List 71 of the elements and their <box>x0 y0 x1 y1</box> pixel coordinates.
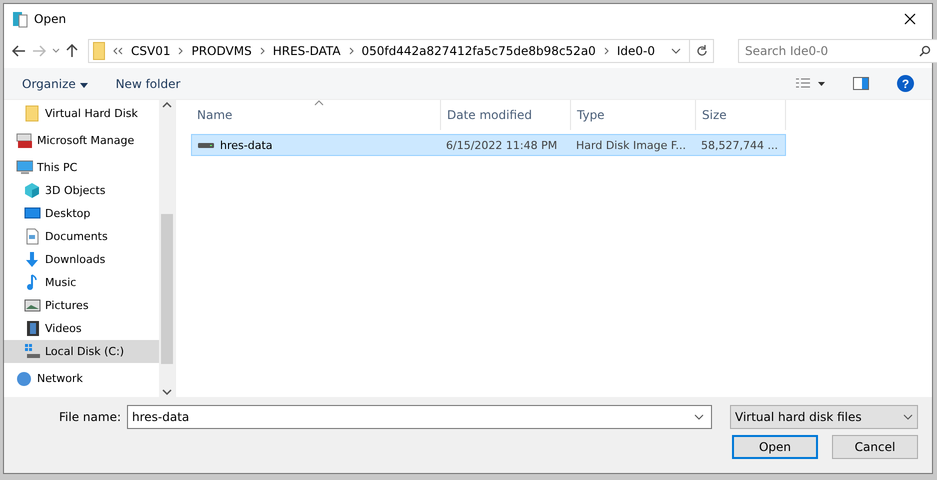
sidebar-item[interactable]: This PC <box>4 156 159 179</box>
refresh-icon <box>696 45 708 57</box>
new-folder-button[interactable]: New folder <box>116 76 180 90</box>
breadcrumb[interactable]: CSV01 <box>131 44 170 58</box>
picture-icon <box>24 297 41 314</box>
table-cell-text: 58,527,744 ... <box>700 138 779 152</box>
sidebar-item[interactable]: Downloads <box>4 248 159 271</box>
chevron-down-icon <box>52 48 60 54</box>
sidebar-item[interactable]: Virtual Hard Disk <box>4 102 159 125</box>
search-icon <box>918 45 931 57</box>
sidebar-item[interactable]: 3D Objects <box>4 179 159 202</box>
chevron-down-icon <box>903 414 913 420</box>
chevron-right-icon <box>604 47 609 55</box>
breadcrumb[interactable]: HRES-DATA <box>272 44 341 58</box>
sidebar-item[interactable]: Pictures <box>4 294 159 317</box>
drive-icon <box>24 343 41 360</box>
table-cell-text: 6/15/2022 11:48 PM <box>445 138 558 152</box>
view-options-icon <box>795 78 825 90</box>
organize-button[interactable]: Organize <box>22 76 88 90</box>
close-icon <box>904 13 916 25</box>
folder-icon <box>93 42 105 60</box>
scroll-down-icon <box>162 387 172 397</box>
chevron-right-icon <box>178 47 184 55</box>
sidebar-item[interactable]: Music <box>4 271 159 294</box>
app-icon <box>12 10 28 28</box>
sidebar-item[interactable]: Desktop <box>4 202 159 225</box>
breadcrumb[interactable]: PRODVMS <box>191 44 252 58</box>
preview-pane-icon <box>853 77 869 90</box>
column-header[interactable]: Date modified <box>441 100 571 130</box>
cancel-button[interactable]: Cancel <box>832 435 918 459</box>
column-header[interactable]: Size <box>696 100 786 130</box>
toolbox-icon <box>16 132 33 149</box>
table-cell: hres-data <box>220 138 272 152</box>
computer-icon <box>16 159 33 176</box>
breadcrumb[interactable]: 050fd442a827412fa5c75de8b98c52a0 <box>362 44 596 58</box>
open-button[interactable]: Open <box>732 435 818 459</box>
up-arrow-icon <box>66 44 78 58</box>
cube-icon <box>24 182 41 199</box>
search-field[interactable]: Search Ide0-0 <box>738 39 937 63</box>
chevron-down-icon <box>694 414 704 420</box>
drive-icon <box>198 141 214 149</box>
table-cell-text: Hard Disk Image F... <box>575 138 687 152</box>
back-arrow-icon <box>12 45 26 57</box>
chevron-right-icon <box>260 47 265 55</box>
sidebar-item[interactable]: Network <box>4 367 159 390</box>
address-bar[interactable]: CSV01 PRODVMS HRES-DATA 050fd442a827412fa5c75de8b98c52a0 Ide0-0 <box>88 39 714 63</box>
down-arrow-icon <box>24 251 41 268</box>
chevron-down-icon <box>670 48 681 54</box>
file-name-field[interactable]: hres-data <box>127 405 712 429</box>
sidebar-item[interactable]: Microsoft Manage <box>4 129 159 152</box>
file-type-dropdown[interactable]: Virtual hard disk files <box>730 405 918 429</box>
document-icon <box>24 228 41 245</box>
sidebar-item[interactable]: Documents <box>4 225 159 248</box>
double-chevron-icon <box>113 47 123 55</box>
column-header[interactable]: Name <box>191 100 441 130</box>
folder-icon <box>24 105 41 122</box>
chevron-right-icon <box>348 47 354 55</box>
forward-arrow-icon <box>32 45 46 57</box>
file-name-label: File name: <box>59 410 121 424</box>
file-row[interactable]: hres-data 6/15/2022 11:48 PM Hard Disk Image F... 58,527,744 ... <box>191 134 786 156</box>
caret-down-icon <box>80 82 88 88</box>
breadcrumb[interactable]: Ide0-0 <box>616 44 655 58</box>
film-icon <box>24 320 41 337</box>
sidebar-item[interactable]: Local Disk (C:) <box>4 340 159 363</box>
sidebar-item[interactable]: Videos <box>4 317 159 340</box>
help-button[interactable]: ? <box>897 75 914 92</box>
column-header[interactable]: Type <box>571 100 696 130</box>
window-title: Open <box>34 12 68 26</box>
scrollbar[interactable] <box>159 100 175 397</box>
globe-icon <box>16 370 33 387</box>
scroll-up-icon <box>162 100 172 110</box>
